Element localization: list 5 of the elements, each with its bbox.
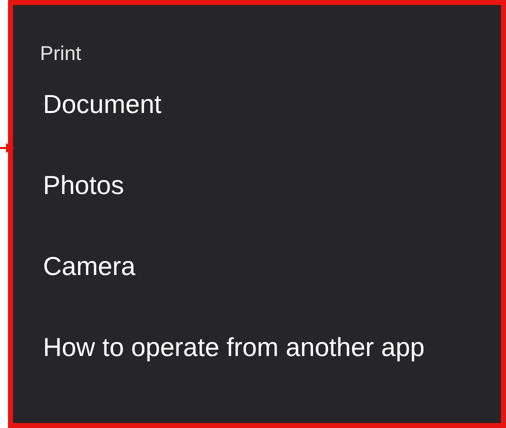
menu-item[interactable]: Photos bbox=[40, 145, 433, 226]
menu-title: Print bbox=[40, 43, 82, 66]
menu-item[interactable]: Camera bbox=[40, 226, 433, 307]
menu-item[interactable]: Document bbox=[40, 86, 433, 145]
menu-item[interactable]: How to operate from another app bbox=[40, 307, 433, 388]
